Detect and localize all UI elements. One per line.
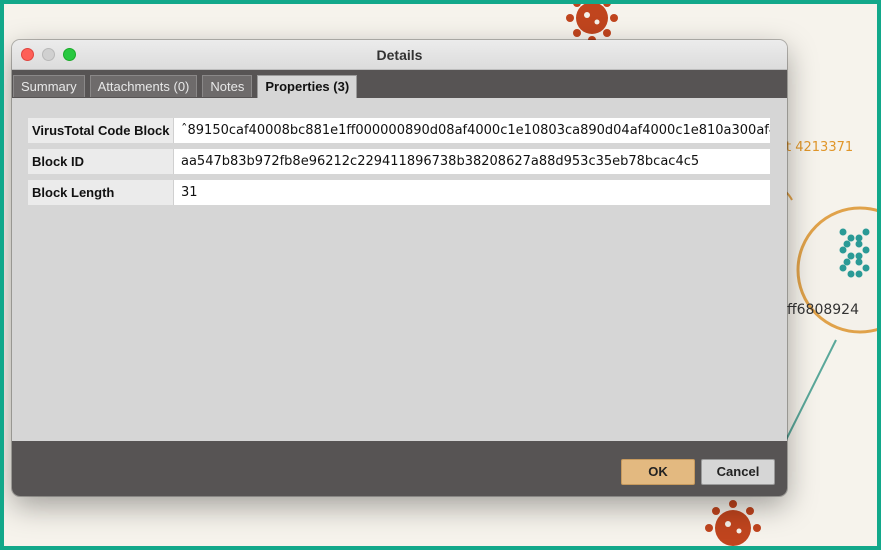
properties-panel: VirusTotal Code Block ˆ89150caf40008bc88… [12,98,787,441]
property-value[interactable]: 31 [174,180,770,205]
tab-notes[interactable]: Notes [202,75,253,97]
property-row[interactable]: VirusTotal Code Block ˆ89150caf40008bc88… [28,118,770,143]
properties-table: VirusTotal Code Block ˆ89150caf40008bc88… [28,118,770,211]
node-label: ff6808924 [787,302,859,318]
property-value[interactable]: ˆ89150caf40008bc881e1ff000000890d08af400… [174,118,770,143]
tab-bar: Summary Attachments (0) Notes Properties… [12,70,787,98]
property-value[interactable]: aa547b83b972fb8e96212c229411896738b38208… [174,149,770,174]
tab-attachments[interactable]: Attachments (0) [89,75,198,97]
virus-node-icon[interactable] [566,0,618,44]
edge-label: t 4213371 [786,140,854,155]
property-key: Block ID [28,149,174,174]
property-key: Block Length [28,180,174,205]
cancel-button[interactable]: Cancel [701,459,775,485]
property-key: VirusTotal Code Block [28,118,174,143]
tab-properties[interactable]: Properties (3) [257,75,358,98]
title-bar[interactable]: Details [12,40,787,70]
virus-node-icon-bottom[interactable] [705,500,761,546]
ok-button[interactable]: OK [621,459,695,485]
window-title: Details [376,47,423,63]
dialog-footer: OK Cancel [12,441,787,496]
property-row[interactable]: Block ID aa547b83b972fb8e96212c229411896… [28,149,770,174]
graph-edge [785,339,837,441]
tab-summary[interactable]: Summary [13,75,85,97]
details-dialog: Details Summary Attachments (0) Notes Pr… [12,40,787,496]
property-row[interactable]: Block Length 31 [28,180,770,205]
